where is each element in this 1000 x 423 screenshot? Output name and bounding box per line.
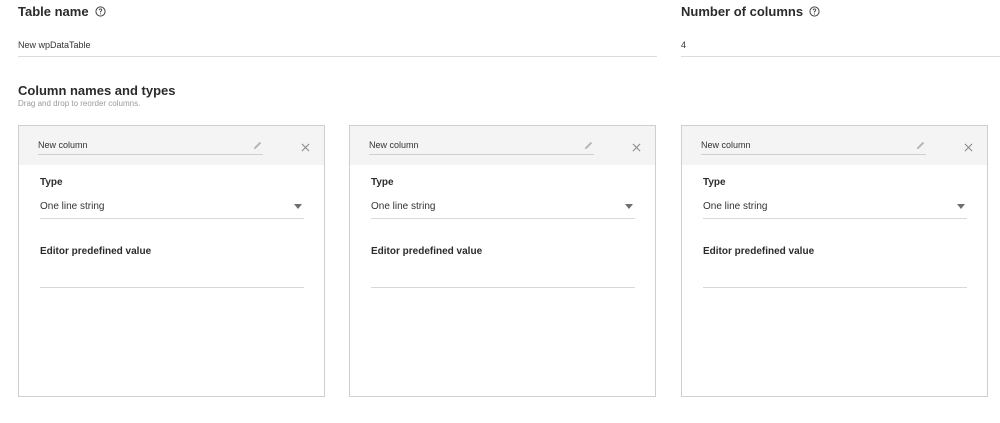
close-icon[interactable] bbox=[964, 143, 973, 152]
table-name-label: Table name bbox=[18, 4, 106, 19]
editor-predefined-label: Editor predefined value bbox=[703, 246, 815, 257]
type-select[interactable]: One line string bbox=[703, 199, 967, 219]
help-icon[interactable] bbox=[809, 6, 820, 17]
editor-predefined-input[interactable] bbox=[703, 266, 967, 288]
type-select-value: One line string bbox=[703, 201, 768, 212]
editor-predefined-label: Editor predefined value bbox=[371, 246, 483, 257]
pencil-icon[interactable] bbox=[252, 140, 263, 151]
column-card[interactable]: Type One line string Editor predefined v… bbox=[18, 125, 325, 397]
column-name-input[interactable] bbox=[701, 138, 926, 155]
type-label: Type bbox=[40, 177, 63, 188]
type-label: Type bbox=[371, 177, 394, 188]
pencil-icon[interactable] bbox=[583, 140, 594, 151]
type-label: Type bbox=[703, 177, 726, 188]
column-card-header bbox=[682, 126, 987, 165]
column-card[interactable]: Type One line string Editor predefined v… bbox=[681, 125, 988, 397]
close-icon[interactable] bbox=[301, 143, 310, 152]
column-card-header bbox=[19, 126, 324, 165]
close-icon[interactable] bbox=[632, 143, 641, 152]
column-name-input[interactable] bbox=[369, 138, 594, 155]
editor-predefined-label: Editor predefined value bbox=[40, 246, 152, 257]
caret-down-icon bbox=[957, 204, 965, 209]
columns-section-subtitle: Drag and drop to reorder columns. bbox=[18, 99, 141, 108]
help-icon[interactable] bbox=[94, 6, 106, 17]
editor-predefined-input[interactable] bbox=[40, 266, 304, 288]
type-select-value: One line string bbox=[371, 201, 436, 212]
num-columns-input[interactable] bbox=[681, 40, 1000, 57]
type-select[interactable]: One line string bbox=[40, 199, 304, 219]
editor-predefined-input[interactable] bbox=[371, 266, 635, 288]
num-columns-label: Number of columns bbox=[681, 4, 820, 19]
column-card[interactable]: Type One line string Editor predefined v… bbox=[349, 125, 656, 397]
pencil-icon[interactable] bbox=[915, 140, 926, 151]
type-select[interactable]: One line string bbox=[371, 199, 635, 219]
num-columns-label-text: Number of columns bbox=[681, 4, 804, 19]
table-settings-page: Table name Number of columns Column name… bbox=[0, 0, 1000, 423]
columns-section-title: Column names and types bbox=[18, 83, 176, 98]
type-select-value: One line string bbox=[40, 201, 105, 212]
caret-down-icon bbox=[294, 204, 302, 209]
column-card-header bbox=[350, 126, 655, 165]
table-name-input[interactable] bbox=[18, 40, 657, 57]
table-name-label-text: Table name bbox=[18, 4, 89, 19]
caret-down-icon bbox=[625, 204, 633, 209]
column-name-input[interactable] bbox=[38, 138, 263, 155]
